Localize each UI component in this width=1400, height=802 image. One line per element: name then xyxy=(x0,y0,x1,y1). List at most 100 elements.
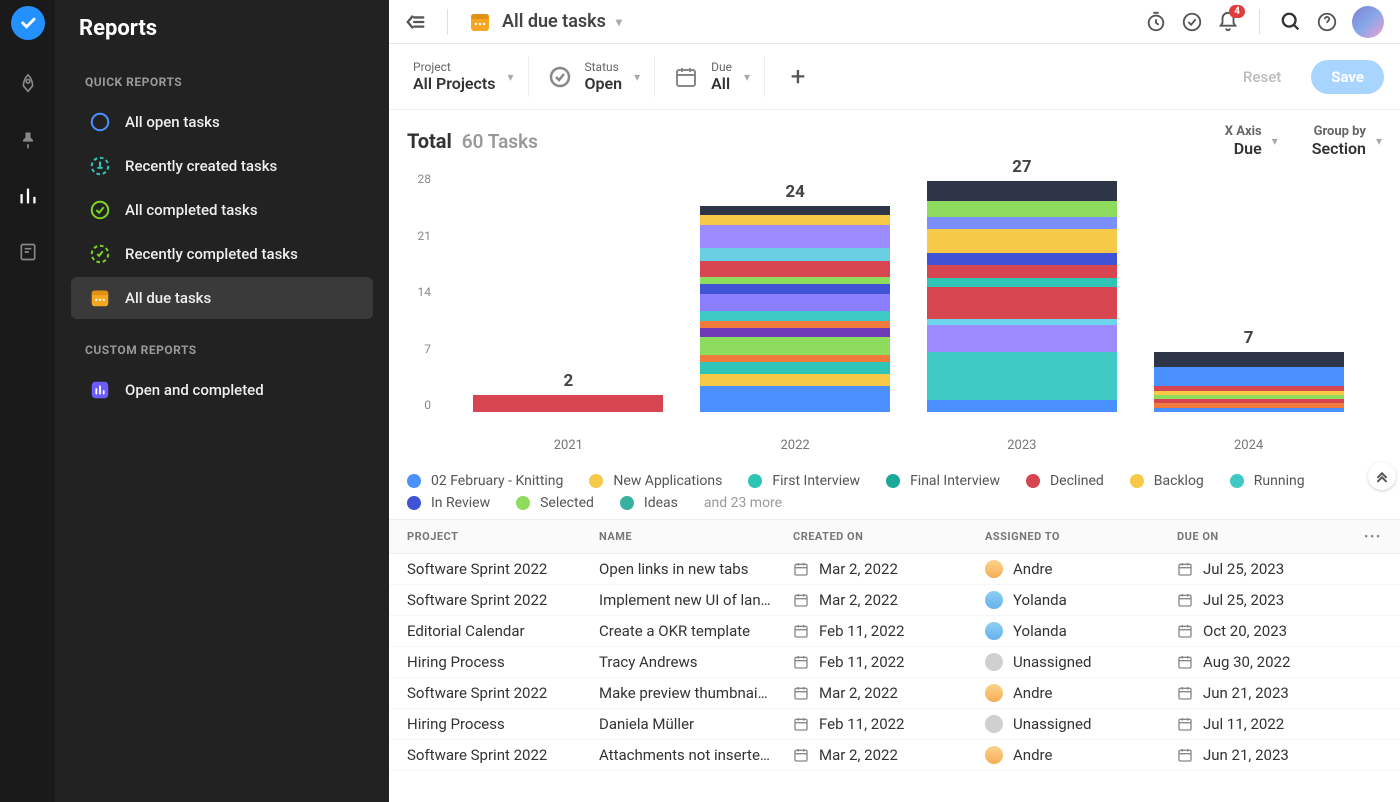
legend-item[interactable]: In Review xyxy=(407,495,490,511)
stacked-bar xyxy=(700,206,890,412)
topbar: All due tasks ▾ 4 xyxy=(389,0,1400,44)
chart: 28211470 224277 2021202220232024 xyxy=(389,162,1400,461)
sidebar-item[interactable]: All open tasks xyxy=(71,101,373,143)
legend-item[interactable]: Selected xyxy=(516,495,594,511)
save-button[interactable]: Save xyxy=(1311,60,1384,94)
x-tick: 2021 xyxy=(468,438,668,453)
col-created-header[interactable]: CREATED ON xyxy=(793,530,985,543)
col-name-header[interactable]: NAME xyxy=(599,530,793,543)
bar-segment xyxy=(927,352,1117,400)
page-title-group[interactable]: All due tasks ▾ xyxy=(468,10,622,34)
bar-segment xyxy=(700,386,890,412)
filter-status[interactable]: Status Open ▾ xyxy=(539,56,656,97)
filter-due[interactable]: Due All ▾ xyxy=(665,56,765,97)
filter-project[interactable]: Project All Projects ▾ xyxy=(405,56,529,97)
table-row[interactable]: Hiring ProcessDaniela MüllerFeb 11, 2022… xyxy=(389,709,1400,740)
cell-due: Oct 20, 2023 xyxy=(1177,622,1382,640)
avatar-icon xyxy=(985,715,1003,733)
cell-due: Jul 25, 2023 xyxy=(1177,560,1382,578)
legend-item[interactable]: New Applications xyxy=(589,473,722,489)
cell-project: Software Sprint 2022 xyxy=(407,684,599,702)
filter-label: Due xyxy=(711,60,732,74)
calendar-icon xyxy=(1177,592,1193,608)
legend-item[interactable]: 02 February - Knitting xyxy=(407,473,563,489)
chart-legend: 02 February - Knitting New Applications Fi… xyxy=(389,461,1400,519)
user-avatar[interactable] xyxy=(1352,6,1384,38)
pin-icon[interactable] xyxy=(16,128,40,152)
collapse-sidebar-icon[interactable] xyxy=(405,11,427,33)
collapse-chart-button[interactable] xyxy=(1368,462,1396,490)
bar-group[interactable]: 2 xyxy=(468,371,668,412)
table-row[interactable]: Software Sprint 2022Attachments not inse… xyxy=(389,740,1400,771)
cell-assigned: Andre xyxy=(985,560,1177,578)
filter-value: All Projects xyxy=(413,74,495,93)
bar-segment xyxy=(700,362,890,374)
cell-name: Daniela Müller xyxy=(599,715,793,733)
cell-assigned: Yolanda xyxy=(985,591,1177,609)
bell-icon[interactable]: 4 xyxy=(1217,11,1239,33)
legend-item[interactable]: Running xyxy=(1230,473,1305,489)
legend-label: Running xyxy=(1254,473,1305,489)
check-circle-icon[interactable] xyxy=(1181,11,1203,33)
legend-more[interactable]: and 23 more xyxy=(704,495,782,511)
more-columns-icon[interactable]: ••• xyxy=(1364,530,1382,543)
filter-value: Open xyxy=(585,74,623,93)
chevron-down-icon: ▾ xyxy=(744,70,750,84)
clock-add-icon xyxy=(89,155,111,177)
sidebar-item[interactable]: Recently created tasks xyxy=(71,145,373,187)
x-axis: 2021202220232024 xyxy=(435,432,1382,453)
axis-value: Due xyxy=(1234,139,1262,158)
table-row[interactable]: Software Sprint 2022Implement new UI of … xyxy=(389,585,1400,616)
table-row[interactable]: Software Sprint 2022Open links in new ta… xyxy=(389,554,1400,585)
legend-item[interactable]: Final Interview xyxy=(886,473,1000,489)
cell-assigned: Unassigned xyxy=(985,653,1177,671)
cell-created: Feb 11, 2022 xyxy=(793,653,985,671)
cell-created: Mar 2, 2022 xyxy=(793,591,985,609)
x-tick: 2024 xyxy=(1149,438,1349,453)
groupby-selector[interactable]: Group by Section ▾ xyxy=(1312,124,1382,158)
cell-name: Create a OKR template xyxy=(599,622,793,640)
search-icon[interactable] xyxy=(1280,11,1302,33)
col-assigned-header[interactable]: ASSIGNED TO xyxy=(985,530,1177,543)
sidebar-item[interactable]: Open and completed xyxy=(71,369,373,411)
bar-segment xyxy=(927,181,1117,202)
notes-icon[interactable] xyxy=(16,240,40,264)
page-title: All due tasks xyxy=(502,11,606,32)
bar-group[interactable]: 7 xyxy=(1149,328,1349,412)
clock-check-icon xyxy=(89,243,111,265)
cell-created: Feb 11, 2022 xyxy=(793,715,985,733)
divider xyxy=(447,9,448,35)
bar-segment xyxy=(927,229,1117,253)
legend-item[interactable]: Ideas xyxy=(620,495,678,511)
filter-value: All xyxy=(711,74,732,93)
table-row[interactable]: Hiring ProcessTracy AndrewsFeb 11, 2022U… xyxy=(389,647,1400,678)
legend-item[interactable]: First Interview xyxy=(748,473,860,489)
table-row[interactable]: Software Sprint 2022Make preview thumbna… xyxy=(389,678,1400,709)
reports-rail-icon[interactable] xyxy=(16,184,40,208)
app-logo[interactable] xyxy=(11,6,45,40)
legend-item[interactable]: Declined xyxy=(1026,473,1104,489)
help-icon[interactable] xyxy=(1316,11,1338,33)
sidebar-item[interactable]: All completed tasks xyxy=(71,189,373,231)
cell-name: Open links in new tabs xyxy=(599,560,793,578)
bar-segment xyxy=(700,277,890,284)
x-axis-selector[interactable]: X Axis Due ▾ xyxy=(1225,124,1278,158)
reset-button[interactable]: Reset xyxy=(1223,60,1301,94)
sidebar-item[interactable]: Recently completed tasks xyxy=(71,233,373,275)
add-filter-button[interactable]: + xyxy=(783,62,813,92)
table-row[interactable]: Editorial CalendarCreate a OKR templateF… xyxy=(389,616,1400,647)
col-project-header[interactable]: PROJECT xyxy=(407,530,599,543)
bar-segment xyxy=(700,321,890,328)
bar-group[interactable]: 27 xyxy=(922,157,1122,412)
stacked-bar xyxy=(473,395,663,412)
timer-icon[interactable] xyxy=(1145,11,1167,33)
rocket-icon[interactable] xyxy=(16,72,40,96)
calendar-icon xyxy=(1177,654,1193,670)
sidebar-item-label: Recently completed tasks xyxy=(125,245,298,263)
cell-created: Mar 2, 2022 xyxy=(793,560,985,578)
legend-item[interactable]: Backlog xyxy=(1130,473,1204,489)
col-due-header[interactable]: DUE ON xyxy=(1177,530,1364,543)
filters-bar: Project All Projects ▾ Status Open ▾ Due… xyxy=(389,44,1400,110)
bar-group[interactable]: 24 xyxy=(695,182,895,412)
sidebar-item[interactable]: All due tasks xyxy=(71,277,373,319)
